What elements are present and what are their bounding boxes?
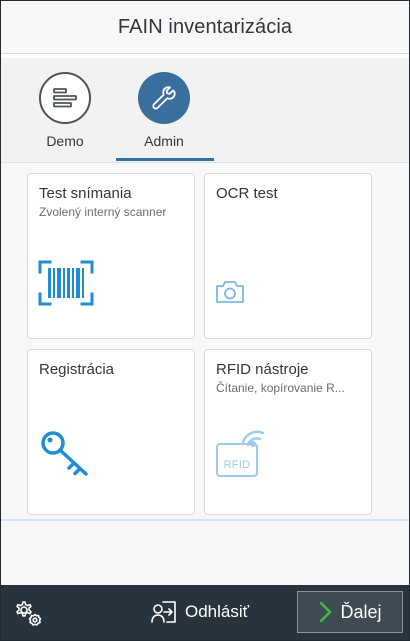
tab-demo-circle — [39, 72, 91, 124]
empty-area — [1, 521, 409, 585]
logout-button[interactable]: Odhlásiť — [151, 599, 249, 625]
tile-registracia[interactable]: Registrácia — [27, 349, 195, 515]
rfid-icon-label: RFID — [223, 459, 251, 471]
tab-admin-label: Admin — [144, 133, 184, 149]
next-button[interactable]: Ďalej — [297, 591, 403, 633]
tile-subtitle: Čítanie, kopírovanie R... — [216, 381, 345, 395]
page-title: FAIN inventarizácia — [117, 15, 293, 38]
logout-label: Odhlásiť — [185, 602, 250, 621]
barcode-scan-icon — [38, 260, 94, 306]
chevron-right-icon — [320, 601, 332, 623]
footer-bar: Odhlásiť Ďalej — [1, 585, 409, 640]
list-icon — [53, 88, 77, 108]
app-header: FAIN inventarizácia — [1, 1, 409, 54]
camera-icon — [216, 281, 244, 303]
tile-title: Registrácia — [39, 361, 115, 378]
tile-title: OCR test — [216, 185, 278, 202]
rfid-icon: RFID — [215, 430, 271, 480]
tab-bar: Demo Admin — [1, 58, 409, 164]
tile-test-snimania[interactable]: Test snímania Zvolený interný scanner — [27, 173, 195, 339]
tile-ocr-test[interactable]: OCR test — [204, 173, 372, 339]
tile-title: RFID nástroje — [216, 361, 309, 378]
tile-container: Test snímania Zvolený interný scanner OC… — [1, 163, 409, 521]
tab-demo[interactable]: Demo — [25, 72, 105, 149]
tab-admin[interactable]: Admin — [124, 72, 204, 149]
tile-title: Test snímania — [39, 185, 132, 202]
tab-selected-indicator — [116, 158, 214, 161]
wrench-icon — [152, 86, 176, 110]
next-label: Ďalej — [340, 601, 382, 622]
logout-icon — [151, 601, 176, 623]
tile-subtitle: Zvolený interný scanner — [39, 205, 167, 219]
tile-rfid-nastroje[interactable]: RFID nástroje Čítanie, kopírovanie R... … — [204, 349, 372, 515]
tab-admin-circle — [138, 72, 190, 124]
gear-icon[interactable] — [14, 599, 42, 627]
tab-demo-label: Demo — [46, 133, 84, 149]
key-icon — [41, 431, 88, 476]
